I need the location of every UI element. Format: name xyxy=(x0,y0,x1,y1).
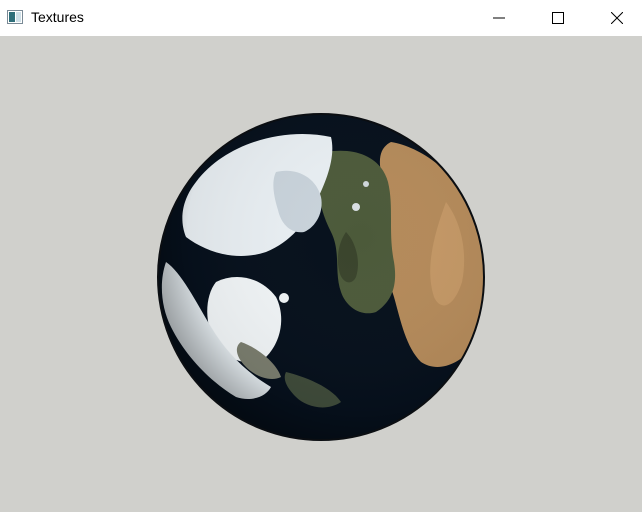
render-viewport[interactable] xyxy=(0,36,642,512)
close-button[interactable] xyxy=(588,0,642,36)
maximize-button[interactable] xyxy=(529,0,587,36)
app-window: Textures xyxy=(0,0,642,512)
earth-globe xyxy=(156,112,486,442)
minimize-icon xyxy=(493,12,505,24)
maximize-icon xyxy=(552,12,564,24)
close-icon xyxy=(611,12,623,24)
minimize-button[interactable] xyxy=(470,0,528,36)
window-title: Textures xyxy=(31,9,84,25)
title-bar[interactable]: Textures xyxy=(0,0,642,36)
app-window-icon xyxy=(7,10,23,24)
